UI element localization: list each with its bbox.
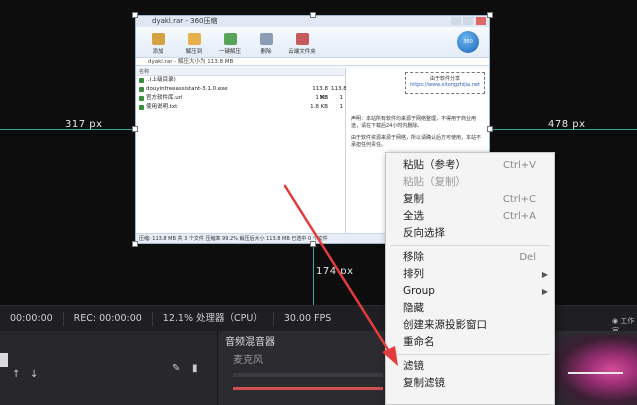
menu-separator <box>390 354 550 355</box>
minimize-icon <box>451 17 461 25</box>
menu-item-paste-duplicate[interactable]: 粘贴（复制） <box>386 174 554 191</box>
exe-file-icon <box>139 87 144 92</box>
menu-item-invert-selection[interactable]: 反向选择 <box>386 225 554 242</box>
file-row: 使用说明.txt 1.8 KB 1 <box>136 103 345 112</box>
menu-item-group[interactable]: Group ▶ <box>386 283 554 300</box>
info-text: 声明：本站所有软件均来源于网络整理，不得用于商业用途，请在下载后24小时内删除。 <box>351 116 477 129</box>
folder-up-icon <box>139 78 144 83</box>
file-row: ..(上级目录) <box>136 76 345 85</box>
menu-item-remove[interactable]: 移除 Del <box>386 249 554 266</box>
tool-delete: 删除 <box>254 33 278 55</box>
cloud-folder-icon <box>295 33 309 45</box>
source-window-toolbar: 添加 解压到 一键解压 删除 云端文件夹 360 <box>136 27 489 57</box>
file-row: 官方软件库.url 1 KB 1 <box>136 94 345 103</box>
menu-item-copy-filters[interactable]: 复制滤镜 <box>386 375 554 392</box>
guide-label-right: 478 px <box>548 119 586 130</box>
tool-add: 添加 <box>146 33 170 55</box>
info-box: 由于软件分享 https://www.xitongzhijia.net <box>405 72 485 94</box>
add-icon <box>151 33 165 45</box>
menu-item-filters[interactable]: 滤镜 <box>386 358 554 375</box>
tool-one-click-extract: 一键解压 <box>218 33 242 55</box>
maximize-icon <box>463 17 473 25</box>
folder-icon <box>187 33 201 45</box>
submenu-arrow-icon: ▶ <box>541 287 548 296</box>
menu-item-select-all[interactable]: 全选 Ctrl+A <box>386 208 554 225</box>
watermark-strip <box>568 372 623 374</box>
fps-readout: 30.00 FPS <box>283 312 332 324</box>
txt-file-icon <box>139 105 144 110</box>
extract-icon <box>223 33 237 45</box>
resize-handle-top-right[interactable] <box>487 12 493 18</box>
source-address-bar: dyakl.rar - 解压大小为 113.8 MB <box>136 57 489 66</box>
volume-slider[interactable] <box>233 373 383 377</box>
mixer-title: 音频混音器 <box>225 337 275 348</box>
resize-handle-left[interactable] <box>132 126 138 132</box>
volume-meter <box>233 387 383 390</box>
trash-icon[interactable]: ▮ <box>192 363 198 374</box>
move-up-icon[interactable]: ↑ <box>12 369 20 380</box>
menu-item-copy[interactable]: 复制 Ctrl+C <box>386 191 554 208</box>
resize-handle-right[interactable] <box>487 126 493 132</box>
resize-handle-bottom[interactable] <box>310 241 316 247</box>
context-menu: 粘贴（参考） Ctrl+V 粘贴（复制） 复制 Ctrl+C 全选 Ctrl+A 反向… <box>385 152 555 405</box>
rec-time: REC: 00:00:00 <box>64 311 153 326</box>
move-down-icon[interactable]: ↓ <box>30 369 38 380</box>
guide-label-left: 317 px <box>65 119 103 130</box>
file-list: 名称 ..(上级目录) douyinfreeassistant-3.1.0.ex… <box>136 68 347 233</box>
menu-item-rename[interactable]: 重命名 <box>386 334 554 351</box>
menu-item-order[interactable]: 排列 ▶ <box>386 266 554 283</box>
app-logo-icon: 360 <box>457 31 479 53</box>
menu-item-paste-reference[interactable]: 粘贴（参考） Ctrl+V <box>386 157 554 174</box>
file-row: douyinfreeassistant-3.1.0.exe 113.8 MB 113… <box>136 85 347 101</box>
close-icon <box>476 17 486 25</box>
menu-item-projector[interactable]: 创建来源投影窗口 <box>386 317 554 334</box>
submenu-arrow-icon: ▶ <box>541 270 548 279</box>
menu-item-hide[interactable]: 隐藏 <box>386 300 554 317</box>
info-text: 由于软件资源来源于网络，所以请确认后方可使用，本站不承担任何责任。 <box>351 135 482 148</box>
url-file-icon <box>139 96 144 101</box>
resize-handle-top[interactable] <box>310 12 316 18</box>
tool-extract-to: 解压到 <box>182 33 206 55</box>
sources-dock: ↑ ↓ ✎ ▮ <box>0 331 218 405</box>
edit-icon[interactable]: ✎ <box>172 363 180 374</box>
stream-time: 00:00:00 <box>0 311 64 326</box>
source-window-title: dyakl.rar - 360压缩 <box>152 17 218 25</box>
watermark-glow <box>555 335 637 405</box>
menu-separator <box>390 245 550 246</box>
file-list-header: 名称 <box>136 68 345 76</box>
cpu-usage: 12.1% 处理器（CPU） <box>153 311 274 326</box>
guide-label-bottom: 174 px <box>316 266 354 277</box>
source-list-item[interactable] <box>0 353 8 367</box>
tool-cloud-folder: 云端文件夹 <box>288 33 316 55</box>
guide-line-bottom <box>313 244 314 305</box>
trash-icon <box>259 33 273 45</box>
resize-handle-bottom-left[interactable] <box>132 241 138 247</box>
mixer-channel-name: 麦克风 <box>233 355 263 366</box>
resize-handle-top-left[interactable] <box>132 12 138 18</box>
